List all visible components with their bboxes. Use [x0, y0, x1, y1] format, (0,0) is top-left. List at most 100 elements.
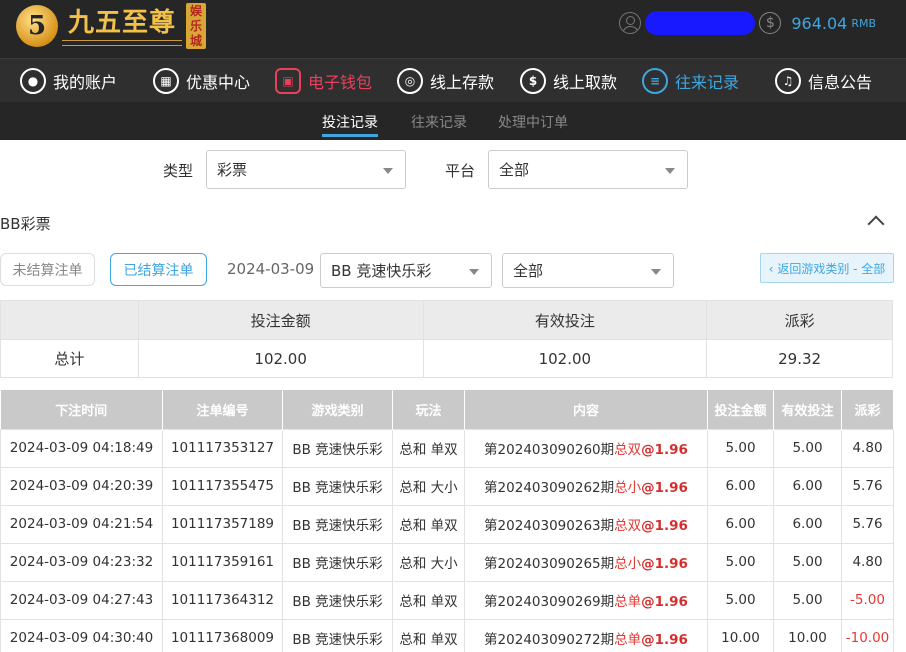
type-label: 类型 [163, 162, 194, 180]
nav-transaction-records[interactable]: ≡ 往来记录 [642, 67, 739, 95]
bet-play: 总和 大小 [392, 542, 465, 582]
bet-game: BB 竞速快乐彩 [282, 504, 393, 544]
bet-payout: 4.80 [841, 428, 894, 468]
bet-id: 101117355475 [162, 466, 283, 506]
bet-id: 101117353127 [162, 428, 283, 468]
bet-content: 第202403090262期总小@1.96 [464, 466, 708, 506]
type-select-value: 彩票 [217, 161, 248, 179]
bet-payout: 5.76 [841, 504, 894, 544]
balance-amount: 964.04 [791, 13, 848, 33]
table-row[interactable]: 2024-03-09 04:30:40 101117368009 BB 竞速快乐… [0, 618, 894, 652]
bet-odds: @1.96 [641, 594, 688, 610]
records-icon: ≡ [642, 68, 668, 94]
type-select[interactable]: 彩票 [206, 150, 406, 189]
platform-select[interactable]: 全部 [488, 150, 688, 189]
bets-table: 下注时间 注单编号 游戏类别 玩法 内容 投注金额 有效投注 派彩 2024-0… [0, 390, 894, 652]
bet-amount: 6.00 [707, 504, 774, 544]
bet-time: 2024-03-09 04:18:49 [0, 428, 163, 468]
summary-header: 有效投注 [422, 300, 708, 340]
logo-coin-icon: 5 [16, 5, 58, 47]
tab-transactions[interactable]: 往来记录 [411, 112, 467, 132]
bet-odds: @1.96 [641, 480, 688, 496]
logo[interactable]: 5 九五至尊 娱乐城 [16, 2, 206, 50]
tab-pending-orders[interactable]: 处理中订单 [498, 112, 568, 132]
bet-game: BB 竞速快乐彩 [282, 542, 393, 582]
bet-content: 第202403090269期总单@1.96 [464, 580, 708, 620]
balance-unit: RMB [851, 16, 876, 30]
unsettled-bets-button[interactable]: 未结算注单 [0, 253, 95, 286]
logo-text: 九五至尊 [62, 7, 182, 46]
table-row[interactable]: 2024-03-09 04:18:49 101117353127 BB 竞速快乐… [0, 428, 894, 468]
summary-header-empty [0, 300, 139, 340]
logo-flourish [62, 39, 182, 46]
nav-promotions[interactable]: ▦ 优惠中心 [153, 67, 250, 95]
bell-icon: ♫ [775, 68, 801, 94]
bet-play: 总和 单双 [392, 428, 465, 468]
bet-time: 2024-03-09 04:20:39 [0, 466, 163, 506]
bet-game: BB 竞速快乐彩 [282, 618, 393, 652]
chevron-down-icon [651, 268, 661, 275]
bet-period: 第202403090265期 [484, 556, 615, 572]
column-header-valid[interactable]: 有效投注 [773, 390, 842, 429]
bet-payout: -10.00 [841, 618, 894, 652]
bet-period: 第202403090272期 [484, 632, 615, 648]
table-row[interactable]: 2024-03-09 04:20:39 101117355475 BB 竞速快乐… [0, 466, 894, 506]
table-row[interactable]: 2024-03-09 04:23:32 101117359161 BB 竞速快乐… [0, 542, 894, 582]
column-header-id[interactable]: 注单编号 [162, 390, 283, 429]
summary-total-payout: 29.32 [706, 339, 893, 378]
nav-e-wallet[interactable]: ▣ 电子钱包 [275, 67, 372, 95]
active-tab-indicator [322, 134, 378, 137]
nav-online-withdraw[interactable]: $ 线上取款 [520, 67, 617, 95]
bet-id: 101117368009 [162, 618, 283, 652]
column-header-play[interactable]: 玩法 [392, 390, 465, 429]
nav-label: 我的账户 [53, 73, 118, 92]
chevron-up-icon[interactable] [867, 214, 885, 228]
chevron-down-icon [469, 268, 479, 275]
nav-my-account[interactable]: ● 我的账户 [20, 67, 117, 95]
bet-play: 总和 大小 [392, 466, 465, 506]
bet-content: 第202403090272期总单@1.96 [464, 618, 708, 652]
deposit-icon: ◎ [397, 68, 423, 94]
column-header-payout[interactable]: 派彩 [841, 390, 894, 429]
app-root: 5 九五至尊 娱乐城 $ 964.04 RMB ● 我的账户 ▦ 优惠中心 ▣ … [0, 0, 906, 652]
game-select[interactable]: BB 竞速快乐彩 [320, 253, 492, 288]
bet-valid: 5.00 [773, 428, 842, 468]
bet-content: 第202403090260期总双@1.96 [464, 428, 708, 468]
tab-bet-records[interactable]: 投注记录 [322, 112, 378, 132]
wallet-icon: ▣ [275, 68, 301, 94]
username-redacted [645, 11, 756, 35]
settled-bets-button[interactable]: 已结算注单 [110, 253, 207, 286]
scope-select[interactable]: 全部 [502, 253, 674, 288]
user-avatar-icon[interactable] [619, 12, 642, 34]
column-header-amount[interactable]: 投注金额 [707, 390, 774, 429]
bet-payout: 4.80 [841, 542, 894, 582]
table-row[interactable]: 2024-03-09 04:21:54 101117357189 BB 竞速快乐… [0, 504, 894, 544]
bet-odds: @1.96 [641, 556, 688, 572]
column-header-time[interactable]: 下注时间 [0, 390, 163, 429]
bet-pick: 总双 [614, 518, 642, 534]
nav-announcements[interactable]: ♫ 信息公告 [775, 67, 872, 95]
top-header: 5 九五至尊 娱乐城 $ 964.04 RMB [0, 0, 906, 58]
summary-total-amount: 102.00 [137, 339, 424, 378]
bet-pick: 总小 [614, 480, 642, 496]
nav-online-deposit[interactable]: ◎ 线上存款 [397, 67, 494, 95]
back-to-categories-button[interactable]: ‹ 返回游戏类别 - 全部 [760, 253, 894, 283]
nav-label: 信息公告 [808, 73, 873, 92]
summary-header: 投注金额 [137, 300, 424, 340]
bets-body: 2024-03-09 04:18:49 101117353127 BB 竞速快乐… [0, 428, 894, 652]
bet-id: 101117364312 [162, 580, 283, 620]
scope-select-value: 全部 [513, 262, 544, 280]
column-header-content[interactable]: 内容 [464, 390, 708, 429]
table-row[interactable]: 2024-03-09 04:27:43 101117364312 BB 竞速快乐… [0, 580, 894, 620]
section-title: BB彩票 [0, 215, 51, 233]
bet-payout: -5.00 [841, 580, 894, 620]
gift-icon: ▦ [153, 68, 179, 94]
bet-time: 2024-03-09 04:27:43 [0, 580, 163, 620]
nav-label: 线上取款 [553, 73, 618, 92]
sub-nav: 投注记录 往来记录 处理中订单 [0, 102, 906, 140]
summary-total-valid: 102.00 [422, 339, 708, 378]
bet-odds: @1.96 [641, 442, 688, 458]
bet-amount: 5.00 [707, 428, 774, 468]
date-picker[interactable]: 2024-03-09 [227, 260, 314, 278]
column-header-game[interactable]: 游戏类别 [282, 390, 393, 429]
